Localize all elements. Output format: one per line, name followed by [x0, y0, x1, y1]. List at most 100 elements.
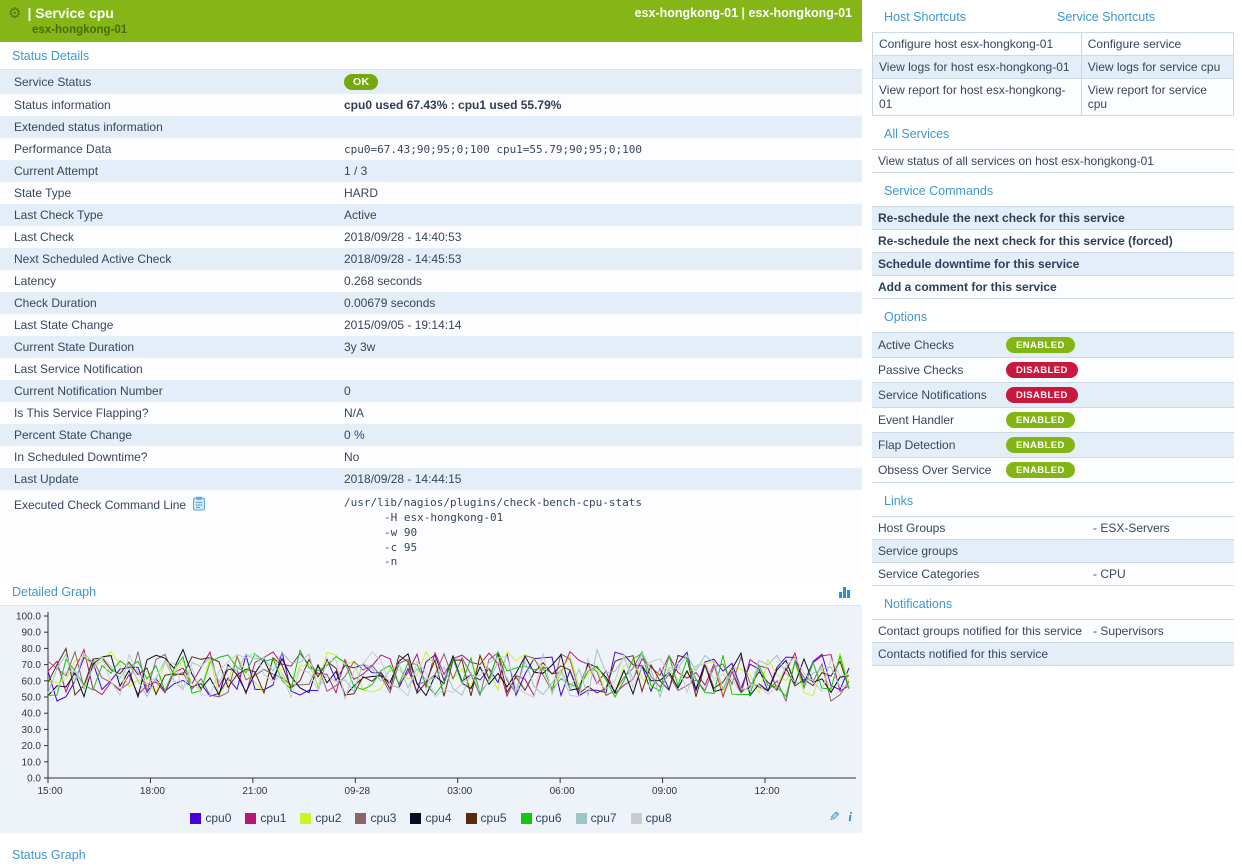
all-services-link[interactable]: View status of all services on host esx-… — [872, 149, 1234, 173]
legend-label: cpu7 — [591, 811, 617, 825]
status-row-value: /usr/lib/nagios/plugins/check-bench-cpu-… — [338, 492, 862, 574]
breadcrumb[interactable]: esx-hongkong-01 | esx-hongkong-01 — [635, 6, 852, 20]
status-row-value: 0.00679 seconds — [338, 292, 862, 314]
status-row: Is This Service Flapping?N/A — [0, 402, 862, 424]
legend-label: cpu5 — [481, 811, 507, 825]
service-command-link[interactable]: Re-schedule the next check for this serv… — [872, 206, 1234, 230]
legend-item-cpu6: cpu6 — [521, 811, 562, 825]
legend-swatch-cpu4 — [410, 813, 421, 824]
shortcuts-table: Configure host esx-hongkong-01Configure … — [872, 32, 1234, 116]
option-state-badge[interactable]: DISABLED — [1006, 387, 1078, 403]
status-row-value: HARD — [338, 182, 862, 204]
service-shortcut-link[interactable]: Configure service — [1081, 33, 1233, 56]
option-row: Flap DetectionENABLED — [872, 433, 1234, 458]
host-shortcut-link[interactable]: View logs for host esx-hongkong-01 — [873, 56, 1082, 79]
svg-text:18:00: 18:00 — [140, 786, 165, 797]
section-title-status-graph[interactable]: Status Graph — [12, 848, 86, 862]
host-subtitle[interactable]: esx-hongkong-01 — [32, 24, 127, 36]
svg-text:09:00: 09:00 — [652, 786, 677, 797]
gear-icon[interactable]: ⚙ — [8, 4, 21, 22]
service-command-link[interactable]: Add a comment for this service — [872, 276, 1234, 299]
link-row: Host Groups- ESX-Servers — [872, 516, 1234, 540]
status-row-value: No — [338, 446, 862, 468]
status-row: Last Check2018/09/28 - 14:40:53 — [0, 226, 862, 248]
status-row: Status informationcpu0 used 67.43% : cpu… — [0, 94, 862, 116]
status-row-label: Percent State Change — [0, 424, 338, 446]
link-value[interactable]: - ESX-Servers — [1093, 521, 1170, 535]
edit-graph-icon[interactable]: ✎ — [829, 809, 840, 825]
option-state-badge[interactable]: ENABLED — [1006, 437, 1075, 453]
svg-text:20.0: 20.0 — [22, 741, 42, 752]
legend-label: cpu8 — [646, 811, 672, 825]
svg-text:12:00: 12:00 — [754, 786, 779, 797]
legend-label: cpu1 — [260, 811, 286, 825]
svg-text:0.0: 0.0 — [27, 774, 41, 785]
section-title-detailed-graph[interactable]: Detailed Graph — [12, 585, 96, 599]
main-column: ⚙ | Service cpu esx-hongkong-01 | esx-ho… — [0, 0, 862, 867]
host-shortcut-link[interactable]: Configure host esx-hongkong-01 — [873, 33, 1082, 56]
info-icon[interactable]: i — [848, 809, 852, 825]
option-state-badge[interactable]: ENABLED — [1006, 337, 1075, 353]
status-row: Extended status information — [0, 116, 862, 138]
status-row-label: Is This Service Flapping? — [0, 402, 338, 424]
status-row-value: 0.268 seconds — [338, 270, 862, 292]
command-line: -H esx-hongkong-01 — [344, 511, 856, 526]
host-shortcuts-title[interactable]: Host Shortcuts — [884, 10, 966, 24]
links-title[interactable]: Links — [884, 494, 913, 508]
option-state-badge[interactable]: ENABLED — [1006, 412, 1075, 428]
status-row: Check Duration0.00679 seconds — [0, 292, 862, 314]
svg-text:15:00: 15:00 — [37, 786, 62, 797]
option-row: Active ChecksENABLED — [872, 332, 1234, 358]
legend-item-cpu3: cpu3 — [355, 811, 396, 825]
cpu-usage-chart: 100.090.080.070.060.050.040.030.020.010.… — [0, 606, 862, 802]
link-value[interactable]: - CPU — [1093, 567, 1126, 581]
command-line: /usr/lib/nagios/plugins/check-bench-cpu-… — [344, 496, 856, 511]
notifications-list: Contact groups notified for this service… — [872, 619, 1234, 666]
status-badge: OK — [344, 74, 378, 90]
option-row: Passive ChecksDISABLED — [872, 358, 1234, 383]
shortcuts-headers: Host Shortcuts Service Shortcuts — [872, 2, 1234, 32]
svg-text:100.0: 100.0 — [16, 612, 41, 623]
legend-item-cpu7: cpu7 — [576, 811, 617, 825]
service-commands-title[interactable]: Service Commands — [884, 184, 993, 198]
clipboard-icon[interactable] — [192, 496, 206, 514]
option-state-badge[interactable]: ENABLED — [1006, 462, 1075, 478]
bar-chart-icon[interactable] — [839, 586, 850, 598]
status-row-label: Service Status — [0, 71, 338, 93]
all-services-title[interactable]: All Services — [884, 127, 949, 141]
status-row-value: 2018/09/28 - 14:45:53 — [338, 248, 862, 270]
status-row-label: State Type — [0, 182, 338, 204]
notification-label: Contact groups notified for this service — [878, 624, 1093, 638]
options-title[interactable]: Options — [884, 310, 927, 324]
service-shortcut-link[interactable]: View report for service cpu — [1081, 79, 1233, 116]
host-shortcut-link[interactable]: View report for host esx-hongkong-01 — [873, 79, 1082, 116]
all-services-header: All Services — [872, 116, 1234, 149]
svg-text:21:00: 21:00 — [242, 786, 267, 797]
legend-label: cpu3 — [370, 811, 396, 825]
section-title-status-details[interactable]: Status Details — [12, 49, 89, 63]
status-row-value: 0 — [338, 380, 862, 402]
status-row-label: Current Notification Number — [0, 380, 338, 402]
option-label: Obsess Over Service — [878, 463, 1006, 477]
legend-swatch-cpu0 — [190, 813, 201, 824]
legend-label: cpu0 — [205, 811, 231, 825]
link-label: Service groups — [878, 544, 1093, 558]
chart-legend: cpu0cpu1cpu2cpu3cpu4cpu5cpu6cpu7cpu8✎i — [0, 807, 862, 833]
status-row: Last Update2018/09/28 - 14:44:15 — [0, 468, 862, 490]
legend-item-cpu8: cpu8 — [631, 811, 672, 825]
service-shortcuts-title[interactable]: Service Shortcuts — [1057, 10, 1155, 24]
series-cpu5 — [48, 649, 849, 697]
option-state-badge[interactable]: DISABLED — [1006, 362, 1078, 378]
svg-text:90.0: 90.0 — [22, 628, 42, 639]
status-row-value: 2018/09/28 - 14:44:15 — [338, 468, 862, 490]
status-details-table: Service Status OK Status informationcpu0 u… — [0, 70, 862, 578]
svg-text:70.0: 70.0 — [22, 660, 42, 671]
svg-text:10.0: 10.0 — [22, 758, 42, 769]
service-command-link[interactable]: Re-schedule the next check for this serv… — [872, 230, 1234, 253]
notification-value[interactable]: - Supervisors — [1093, 624, 1164, 638]
status-row: Current State Duration3y 3w — [0, 336, 862, 358]
notifications-title[interactable]: Notifications — [884, 597, 952, 611]
service-command-link[interactable]: Schedule downtime for this service — [872, 253, 1234, 276]
service-shortcut-link[interactable]: View logs for service cpu — [1081, 56, 1233, 79]
status-row-value: OK — [338, 70, 862, 94]
